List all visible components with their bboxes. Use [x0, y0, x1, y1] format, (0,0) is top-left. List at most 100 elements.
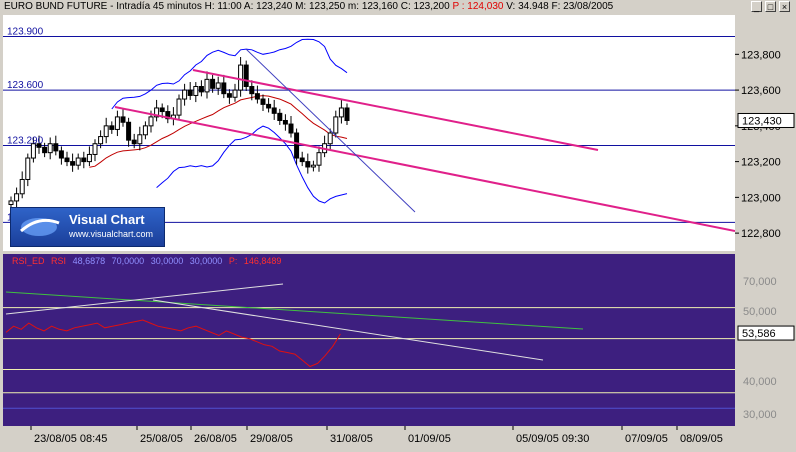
candle-body — [114, 116, 120, 130]
rsi-chart-svg — [3, 283, 735, 409]
candle-body — [204, 78, 210, 93]
date-tick-label: 01/09/05 — [408, 433, 451, 445]
candle-body — [238, 64, 244, 91]
candle-body — [266, 103, 272, 109]
rsi-legend-v3: 30,0000 — [150, 256, 184, 266]
rsi-tick-label: 70,000 — [743, 276, 777, 288]
maximize-button[interactable]: □ — [765, 1, 776, 12]
candle-body — [288, 123, 294, 134]
date-tick-label: 05/09/05 09:30 — [516, 433, 589, 445]
rsi-tick-label: 30,000 — [743, 409, 777, 421]
p-label: P : — [452, 1, 465, 12]
h-label: H: — [204, 1, 215, 12]
channel-upper-line — [192, 69, 599, 151]
candle-body — [182, 89, 188, 100]
candle-body — [64, 157, 70, 163]
candle-body — [70, 161, 76, 166]
date-tick-label: 08/09/05 — [680, 433, 723, 445]
candle-body — [8, 200, 14, 206]
candle-body — [47, 143, 53, 154]
rsi-panel[interactable] — [3, 254, 735, 426]
candle-body — [333, 116, 339, 134]
rsi-legend-p-label: P: — [228, 256, 238, 266]
rsi-legend-v2: 70,0000 — [111, 256, 145, 266]
logo-swoosh-icon — [20, 218, 60, 236]
candle-body — [159, 107, 165, 113]
title-text: EURO BUND FUTURE - Intradía 45 minutos H… — [4, 1, 613, 12]
date-tick-label: 23/08/05 08:45 — [34, 433, 107, 445]
candle-body — [109, 125, 115, 130]
p-value: 124,030 — [467, 1, 504, 12]
c-value: 123,200 — [413, 1, 450, 12]
candle-body — [53, 143, 59, 152]
current-price-label: 123,430 — [742, 115, 782, 127]
close-button[interactable]: × — [779, 1, 790, 12]
rsi-white-trendline — [5, 283, 284, 315]
rsi-green-trendline — [5, 291, 584, 330]
logo-name: Visual Chart — [69, 212, 145, 227]
min-value: 123,160 — [361, 1, 398, 12]
h-value: 11:00 — [217, 1, 242, 12]
date-tick-label: 31/08/05 — [330, 433, 373, 445]
candle-body — [215, 82, 221, 89]
candle-body — [42, 146, 48, 154]
rsi-legend-ind2: RSI — [51, 256, 67, 266]
v-label: V: — [506, 1, 516, 12]
candle-body — [226, 93, 232, 98]
candle-body — [299, 157, 305, 163]
visual-chart-logo: Visual Chart www.visualchart.com — [10, 207, 165, 247]
candle-body — [193, 86, 199, 96]
logo-url: www.visualchart.com — [69, 229, 154, 239]
price-level-label: 123.290 — [7, 136, 44, 147]
price-axis-svg: 123,800123,600123,400123,200123,000122,8… — [735, 49, 795, 240]
candle-body — [271, 107, 277, 114]
candle-body — [344, 107, 350, 121]
channel-lower-line — [114, 106, 736, 232]
candle-body — [249, 86, 255, 95]
date-tick-label: 25/08/05 — [140, 433, 183, 445]
candle-body — [282, 119, 288, 125]
candle-body — [221, 82, 227, 95]
candle-body — [137, 134, 143, 145]
a-value: 123,240 — [256, 1, 293, 12]
candle-body — [243, 64, 249, 88]
rsi-line — [5, 319, 341, 368]
candle-body — [86, 153, 92, 163]
price-tick-label: 123,200 — [741, 157, 781, 169]
date-tick-label: 26/08/05 — [194, 433, 237, 445]
instrument-name: EURO BUND FUTURE - Intradía 45 minutos — [4, 1, 202, 12]
candle-body — [98, 136, 104, 145]
price-level-label: 123.900 — [7, 26, 44, 37]
candle-body — [58, 150, 64, 159]
candle-body — [277, 112, 283, 121]
candle-body — [338, 107, 344, 118]
rsi-tick-label: 40,000 — [743, 376, 777, 388]
rsi-axis-svg: 70,000 50,000 40,000 30,000 53,586 — [737, 276, 795, 421]
candle-body — [327, 132, 333, 145]
candle-body — [187, 89, 193, 96]
candle-body — [131, 139, 137, 145]
candle-body — [14, 193, 20, 202]
price-tick-label: 123,800 — [741, 49, 781, 61]
minimize-button[interactable]: _ — [751, 1, 762, 12]
candle-body — [305, 161, 311, 168]
candle-body — [176, 98, 182, 116]
price-tick-label: 123,000 — [741, 192, 781, 204]
price-tick-label: 123,600 — [741, 85, 781, 97]
chart-window: EURO BUND FUTURE - Intradía 45 minutos H… — [0, 0, 796, 447]
title-bar: EURO BUND FUTURE - Intradía 45 minutos H… — [0, 0, 796, 15]
candle-body — [142, 125, 148, 136]
price-axis: 123,800123,600123,400123,200123,000122,8… — [735, 15, 796, 251]
rsi-white-trendline — [152, 299, 544, 361]
rsi-legend: RSI_ED RSI 48,6878 70,0000 30,0000 30,00… — [12, 256, 285, 266]
candle-body — [210, 78, 216, 89]
candle-body — [120, 116, 126, 123]
candle-body — [254, 93, 260, 100]
a-label: A: — [243, 1, 254, 12]
date-tick-label: 07/09/05 — [625, 433, 668, 445]
candle-body — [92, 143, 98, 155]
candle-body — [232, 89, 238, 98]
c-label: C: — [400, 1, 411, 12]
candle-body — [25, 157, 31, 180]
candle-body — [294, 132, 300, 159]
